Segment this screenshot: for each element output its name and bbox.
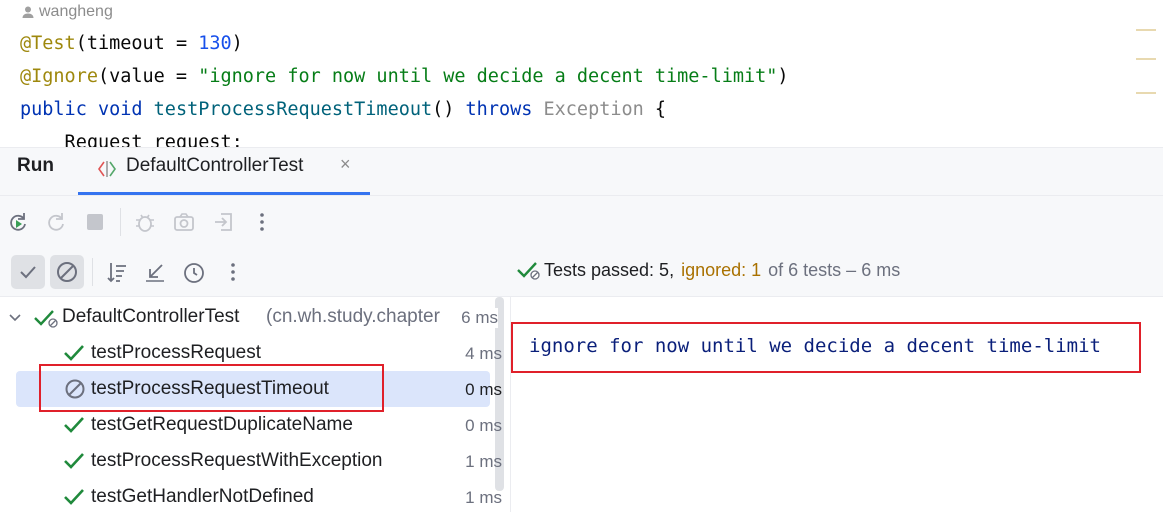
run-title: Run bbox=[17, 155, 54, 176]
passed-check-icon bbox=[64, 489, 84, 505]
code-line-test-annotation: @Test(timeout = 130) bbox=[20, 33, 243, 54]
test-time: 0 ms bbox=[465, 380, 502, 399]
test-class-icon bbox=[98, 161, 116, 177]
test-tree: DefaultControllerTest (cn.wh.study.chapt… bbox=[0, 297, 511, 512]
rerun-failed-icon[interactable] bbox=[42, 208, 70, 236]
code-editor[interactable]: wangheng @Test(timeout = 130) @Ignore(va… bbox=[0, 0, 1163, 147]
show-ignored-icon bbox=[57, 262, 77, 282]
show-passed-icon bbox=[20, 266, 36, 279]
passed-ignored-icon bbox=[34, 310, 58, 328]
test-name: testProcessRequestWithException bbox=[91, 450, 383, 471]
gutter-marker bbox=[1136, 58, 1156, 60]
test-name: testGetRequestDuplicateName bbox=[91, 414, 353, 435]
highlight-box bbox=[39, 364, 384, 412]
annotation-test: @Test bbox=[20, 33, 76, 54]
toolbar-separator bbox=[120, 208, 121, 236]
test-time: 4 ms bbox=[465, 344, 502, 363]
test-time: 1 ms bbox=[465, 452, 502, 471]
show-ignored-toggle[interactable] bbox=[50, 255, 84, 289]
toolbar-separator bbox=[92, 258, 93, 286]
timeout-value: 130 bbox=[198, 33, 232, 54]
run-tool-window-header: Run DefaultControllerTest × bbox=[0, 147, 1163, 196]
test-results-toolbar: Tests passed: 5, ignored: 1 of 6 tests –… bbox=[0, 248, 1163, 297]
root-package: (cn.wh.study.chapter bbox=[266, 306, 440, 327]
ignore-reason-string: "ignore for now until we decide a decent… bbox=[198, 66, 778, 87]
root-name: DefaultControllerTest bbox=[62, 306, 240, 327]
run-toolbar bbox=[0, 196, 1163, 248]
tree-root-row[interactable]: DefaultControllerTest (cn.wh.study.chapt… bbox=[0, 299, 504, 335]
chevron-down-icon[interactable] bbox=[8, 311, 22, 325]
test-time: 0 ms bbox=[465, 416, 502, 435]
code-line-method-signature: public void testProcessRequestTimeout() … bbox=[20, 99, 667, 120]
exit-icon[interactable] bbox=[210, 208, 238, 236]
test-time: 1 ms bbox=[465, 488, 502, 507]
method-name: testProcessRequestTimeout bbox=[153, 99, 433, 120]
rerun-icon[interactable] bbox=[4, 208, 32, 236]
more-options-icon[interactable] bbox=[248, 208, 276, 236]
more-options-icon[interactable] bbox=[219, 258, 247, 286]
gutter-marker bbox=[1136, 92, 1156, 94]
active-tab-indicator bbox=[78, 192, 370, 195]
collapse-icon[interactable] bbox=[141, 258, 169, 286]
test-row[interactable]: testGetHandlerNotDefined 1 ms bbox=[0, 479, 504, 512]
code-line-request-decl: Request request; bbox=[20, 132, 243, 147]
show-passed-toggle[interactable] bbox=[11, 255, 45, 289]
annotation-ignore: @Ignore bbox=[20, 66, 98, 87]
test-output-console[interactable]: ignore for now until we decide a decent … bbox=[511, 297, 1163, 512]
author-hint: wangheng bbox=[21, 3, 113, 21]
passed-count: Tests passed: 5, bbox=[544, 259, 675, 280]
user-icon bbox=[22, 6, 34, 18]
passed-ignored-icon bbox=[517, 262, 540, 280]
ignored-count: ignored: 1 bbox=[681, 259, 762, 280]
root-time: 6 ms bbox=[457, 308, 498, 328]
camera-icon[interactable] bbox=[170, 208, 198, 236]
test-name: testGetHandlerNotDefined bbox=[91, 486, 314, 507]
test-row[interactable]: testGetRequestDuplicateName 0 ms bbox=[0, 407, 504, 443]
author-name: wangheng bbox=[39, 3, 113, 20]
test-status-summary: Tests passed: 5, ignored: 1 of 6 tests –… bbox=[516, 258, 900, 282]
history-icon[interactable] bbox=[180, 258, 208, 286]
close-tab-icon[interactable]: × bbox=[340, 154, 351, 175]
test-name: testProcessRequest bbox=[91, 342, 262, 363]
passed-check-icon bbox=[64, 417, 84, 433]
highlight-box bbox=[511, 322, 1141, 373]
passed-check-icon bbox=[64, 453, 84, 469]
tab-label: DefaultControllerTest bbox=[126, 155, 304, 176]
total-summary: of 6 tests – 6 ms bbox=[768, 259, 901, 280]
sort-icon[interactable] bbox=[103, 258, 131, 286]
test-row[interactable]: testProcessRequestWithException 1 ms bbox=[0, 443, 504, 479]
stop-icon[interactable] bbox=[81, 208, 109, 236]
code-line-ignore-annotation: @Ignore(value = "ignore for now until we… bbox=[20, 66, 789, 87]
debug-icon[interactable] bbox=[131, 208, 159, 236]
gutter-marker bbox=[1136, 29, 1156, 31]
passed-check-icon bbox=[64, 345, 84, 361]
